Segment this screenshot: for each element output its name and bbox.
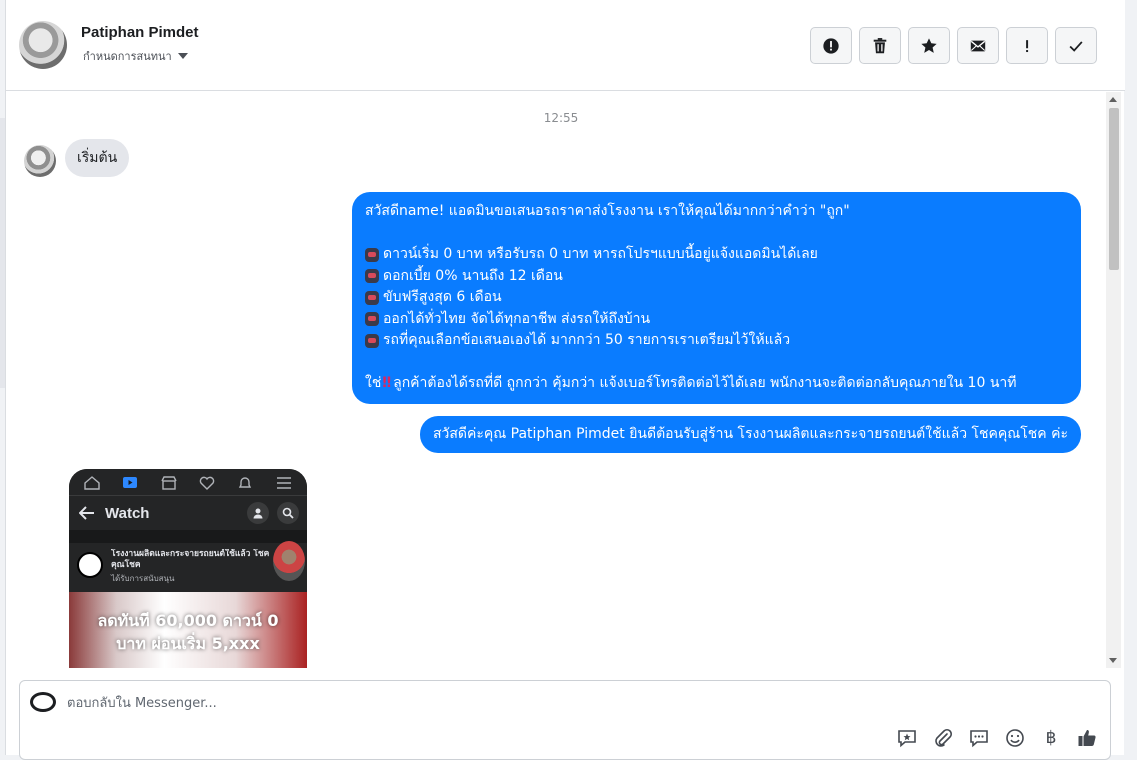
emoji-button[interactable] (1004, 727, 1026, 749)
attach-icon (935, 728, 953, 747)
page-name-line: คุณโชค (111, 560, 141, 570)
car-emoji-icon (365, 312, 379, 327)
page-name-line: โรงงานผลิตและกระจายรถยนต์ใช้แล้ว โชค (111, 549, 270, 559)
back-arrow-icon (79, 506, 94, 520)
mail-icon (970, 40, 986, 51)
bullet-text: ดาวน์เริ่ม 0 บาท หรือรับรถ 0 บาท หารถโปร… (383, 246, 818, 262)
closing-line: ใช่!! ลูกค้าต้องได้รถที่ดี ถูกกว่า คุ้มกว… (365, 373, 1069, 395)
car-emoji-icon (365, 290, 379, 305)
spam-icon (823, 37, 839, 54)
closing-prefix: ใช่ (365, 375, 382, 391)
baht-icon: ฿ (1045, 728, 1057, 748)
bell-icon (237, 475, 253, 489)
banner-line: บาท ผ่อนเริ่ม 5,xxx (116, 634, 260, 653)
conversation-schedule-dropdown[interactable]: กำหนดการสนทนา (83, 47, 188, 65)
bullet-line: ดาวน์เริ่ม 0 บาท หรือรับรถ 0 บาท หารถโปร… (365, 244, 1069, 266)
quick-reply-button[interactable] (968, 727, 990, 749)
header-actions (810, 27, 1097, 64)
bullet-line: ออกได้ทั่วไทย จัดได้ทุกอาชีพ ส่งรถให้ถึง… (365, 309, 1069, 331)
messenger-conversation-pane: Patiphan Pimdet กำหนดการสนทนา 12:55 เริ่… (5, 0, 1125, 760)
video-title-bar: Watch (69, 495, 307, 530)
delete-button[interactable] (859, 27, 901, 64)
closing-text: ลูกค้าต้องได้รถที่ดี ถูกกว่า คุ้มกว่า แจ… (393, 375, 1017, 391)
menu-icon (276, 475, 292, 489)
incoming-message[interactable]: เริ่มต้น (65, 139, 130, 177)
watch-icon (122, 475, 138, 489)
sponsored-label: ได้รับการสนับสนุน (111, 574, 175, 583)
message-timestamp: 12:55 (543, 111, 579, 125)
shared-video-preview[interactable]: Watch โรงงานผลิตและกระจายรถยนต์ใช้แล้ว โ… (69, 469, 307, 668)
saved-reply-button[interactable] (896, 727, 918, 749)
scroll-down-arrow-icon[interactable] (1109, 658, 1117, 663)
sender-avatar[interactable] (24, 145, 56, 177)
star-button[interactable] (908, 27, 950, 64)
payment-button[interactable]: ฿ (1040, 727, 1062, 749)
bullet-line: ขับฟรีสูงสุด 6 เดือน (365, 287, 1069, 309)
video-post-header: โรงงานผลิตและกระจายรถยนต์ใช้แล้ว โชค คุณ… (69, 541, 307, 592)
schedule-label: กำหนดการสนทนา (83, 50, 172, 63)
message-list-scrollbar[interactable] (1106, 92, 1121, 668)
composer-tools: ฿ (896, 727, 1098, 749)
bullet-text: ดอกเบี้ย 0% นานถึง 12 เดือน (383, 267, 563, 284)
promo-banner: ลดทันที 60,000 ดาวน์ 0 บาท ผ่อนเริ่ม 5,x… (69, 592, 307, 668)
caret-down-icon (177, 53, 188, 59)
dating-icon (199, 475, 215, 490)
banner-line: ลดทันที 60,000 ดาวน์ 0 (97, 611, 279, 630)
quick-reply-icon (970, 730, 988, 748)
reply-input[interactable] (67, 691, 967, 715)
profile-icon (247, 502, 269, 524)
message-line: สวัสดีname! แอดมินขอเสนอรถราคาส่งโรงงาน … (365, 203, 850, 219)
page-name: โรงงานผลิตและกระจายรถยนต์ใช้แล้ว โชค คุณ… (111, 549, 281, 571)
bullet-text: ออกได้ทั่วไทย จัดได้ทุกอาชีพ ส่งรถให้ถึง… (383, 310, 651, 327)
bullet-line: ดอกเบี้ย 0% นานถึง 12 เดือน (365, 266, 1069, 288)
important-icon (1026, 39, 1029, 52)
mark-spam-button[interactable] (810, 27, 852, 64)
check-icon (1069, 40, 1083, 52)
trash-icon (873, 37, 887, 53)
mark-done-button[interactable] (1055, 27, 1097, 64)
contact-avatar[interactable] (19, 21, 67, 69)
outgoing-message[interactable]: สวัสดีname! แอดมินขอเสนอรถราคาส่งโรงงาน … (352, 192, 1081, 404)
page-logo (77, 552, 103, 578)
car-emoji-icon (365, 247, 379, 262)
attach-file-button[interactable] (932, 727, 954, 749)
page-avatar (30, 692, 56, 712)
video-app-nav (69, 469, 307, 495)
bullet-text: รถที่คุณเลือกข้อเสนอเองได้ มากกว่า 50 รา… (383, 332, 791, 348)
car-emoji-icon (365, 333, 379, 348)
presenter-thumbnail (273, 541, 305, 581)
scroll-thumb[interactable] (1109, 108, 1119, 270)
double-exclamation-emoji-icon: !! (381, 375, 392, 391)
outgoing-message[interactable]: สวัสดีค่ะคุณ Patiphan Pimdet ยินดีต้อนรั… (419, 416, 1081, 453)
like-icon (1078, 730, 1096, 746)
home-icon (84, 475, 100, 490)
scroll-up-arrow-icon[interactable] (1109, 97, 1117, 102)
conversation-header: Patiphan Pimdet กำหนดการสนทนา (6, 0, 1125, 91)
emoji-icon (1006, 729, 1024, 747)
message-list[interactable]: 12:55 เริ่มต้น สวัสดีname! แอดมินขอเสนอร… (6, 92, 1106, 668)
search-icon (277, 502, 299, 524)
star-icon (921, 37, 937, 53)
car-emoji-icon (365, 269, 379, 284)
contact-name[interactable]: Patiphan Pimdet (81, 24, 199, 41)
bullet-line: รถที่คุณเลือกข้อเสนอเองได้ มากกว่า 50 รา… (365, 330, 1069, 352)
mark-unread-button[interactable] (957, 27, 999, 64)
video-section-title: Watch (105, 504, 150, 522)
welcome-message-text: สวัสดีค่ะคุณ Patiphan Pimdet ยินดีต้อนรั… (432, 425, 1068, 442)
saved-reply-icon (898, 730, 916, 748)
marketplace-icon (161, 475, 177, 490)
bullet-text: ขับฟรีสูงสุด 6 เดือน (383, 289, 502, 305)
incoming-message-text: เริ่มต้น (77, 150, 118, 166)
reply-composer: ฿ (19, 680, 1111, 760)
important-button[interactable] (1006, 27, 1048, 64)
like-button[interactable] (1076, 727, 1098, 749)
